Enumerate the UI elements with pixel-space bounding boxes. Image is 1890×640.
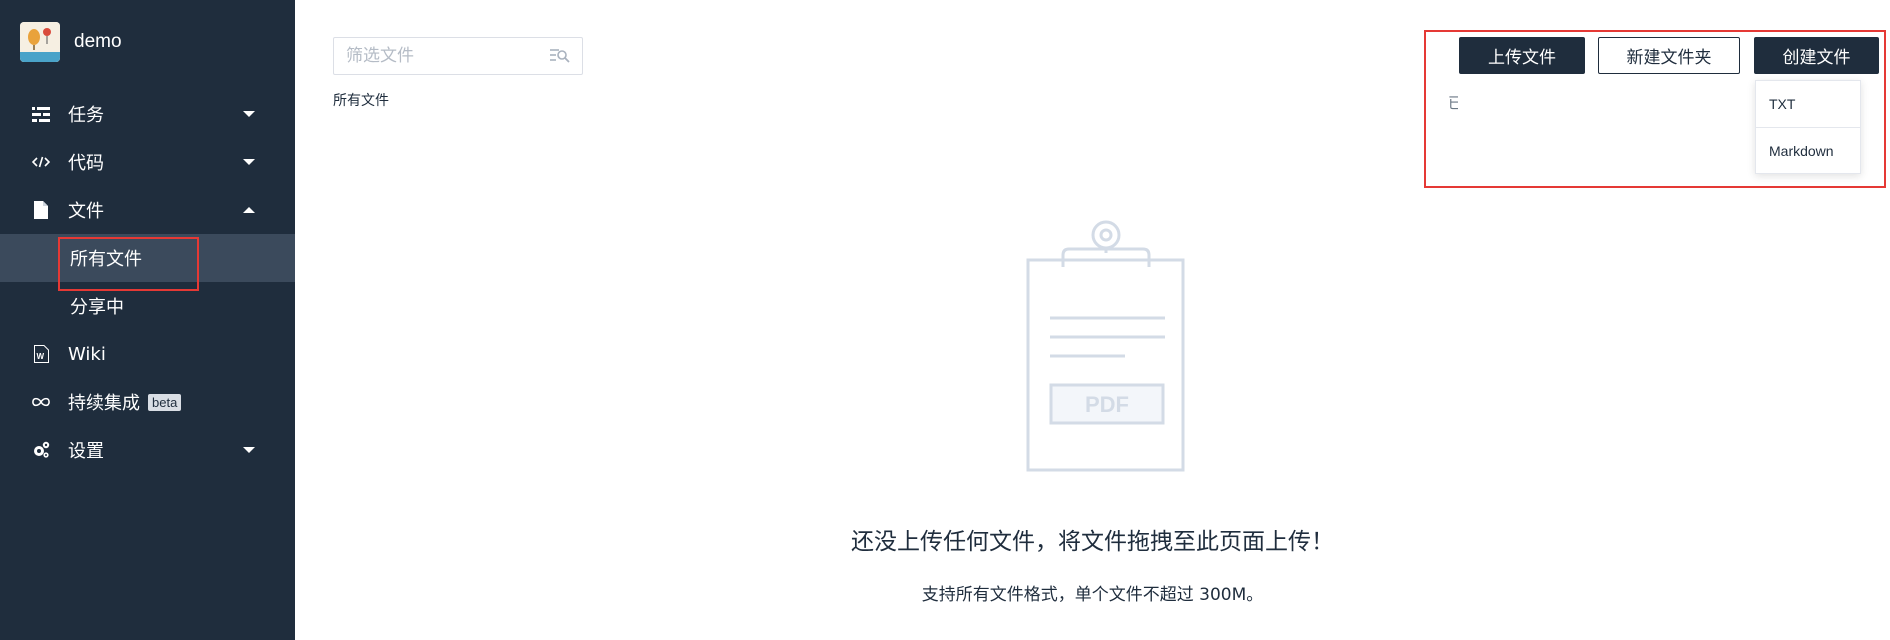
sidebar-item-ci[interactable]: 持续集成 beta xyxy=(0,378,295,426)
partial-status-text: 已 xyxy=(1448,94,1458,112)
svg-text:W: W xyxy=(36,352,44,361)
chevron-down-icon xyxy=(243,159,255,165)
create-file-menu: TXT Markdown xyxy=(1755,80,1861,174)
sidebar-subitem-label: 所有文件 xyxy=(70,249,142,270)
sidebar-subitem-label: 分享中 xyxy=(70,297,124,318)
sidebar-item-label: 文件 xyxy=(68,201,104,222)
file-icon xyxy=(32,201,50,219)
search-box[interactable] xyxy=(333,37,583,75)
create-file-button[interactable]: 创建文件 xyxy=(1754,37,1879,74)
sidebar: demo 任务 代码 文件 所有文件 分享中 W Wiki 持续集成 beta … xyxy=(0,0,295,640)
empty-subtitle: 支持所有文件格式，单个文件不超过 300M。 xyxy=(921,585,1264,605)
menu-item-txt[interactable]: TXT xyxy=(1756,81,1860,127)
sidebar-item-settings[interactable]: 设置 xyxy=(0,426,295,474)
brand-name: demo xyxy=(74,31,122,52)
infinity-icon xyxy=(32,393,50,411)
settings-icon xyxy=(32,441,50,459)
sidebar-item-files[interactable]: 文件 xyxy=(0,186,295,234)
tasks-icon xyxy=(32,105,50,123)
sidebar-nav: 任务 代码 文件 所有文件 分享中 W Wiki 持续集成 beta 设置 xyxy=(0,90,295,474)
search-filter-icon[interactable] xyxy=(550,48,570,68)
beta-badge: beta xyxy=(148,393,182,411)
code-icon xyxy=(32,153,50,171)
search-input[interactable] xyxy=(346,46,546,66)
empty-clipboard-illustration: PDF xyxy=(1023,215,1189,479)
pdf-label: PDF xyxy=(1085,392,1129,417)
sidebar-item-tasks[interactable]: 任务 xyxy=(0,90,295,138)
upload-file-button[interactable]: 上传文件 xyxy=(1459,37,1585,74)
brand[interactable]: demo xyxy=(20,22,122,62)
sidebar-subitem-sharing[interactable]: 分享中 xyxy=(0,282,295,330)
sidebar-item-label: Wiki xyxy=(68,343,106,365)
sidebar-item-label: 设置 xyxy=(68,441,104,462)
sidebar-item-label: 任务 xyxy=(68,105,104,126)
new-folder-button[interactable]: 新建文件夹 xyxy=(1598,37,1740,74)
sidebar-item-code[interactable]: 代码 xyxy=(0,138,295,186)
sidebar-subitem-all-files[interactable]: 所有文件 xyxy=(0,234,295,282)
brand-logo xyxy=(20,22,60,62)
menu-item-markdown[interactable]: Markdown xyxy=(1756,127,1860,173)
chevron-down-icon xyxy=(243,447,255,453)
sidebar-item-label: 代码 xyxy=(68,153,104,174)
breadcrumb: 所有文件 xyxy=(333,93,389,109)
empty-title: 还没上传任何文件，将文件拖拽至此页面上传！ xyxy=(851,529,1334,555)
chevron-up-icon xyxy=(243,207,255,213)
wiki-icon: W xyxy=(32,345,50,363)
sidebar-item-wiki[interactable]: W Wiki xyxy=(0,330,295,378)
chevron-down-icon xyxy=(243,111,255,117)
sidebar-item-label: 持续集成 xyxy=(68,393,140,414)
